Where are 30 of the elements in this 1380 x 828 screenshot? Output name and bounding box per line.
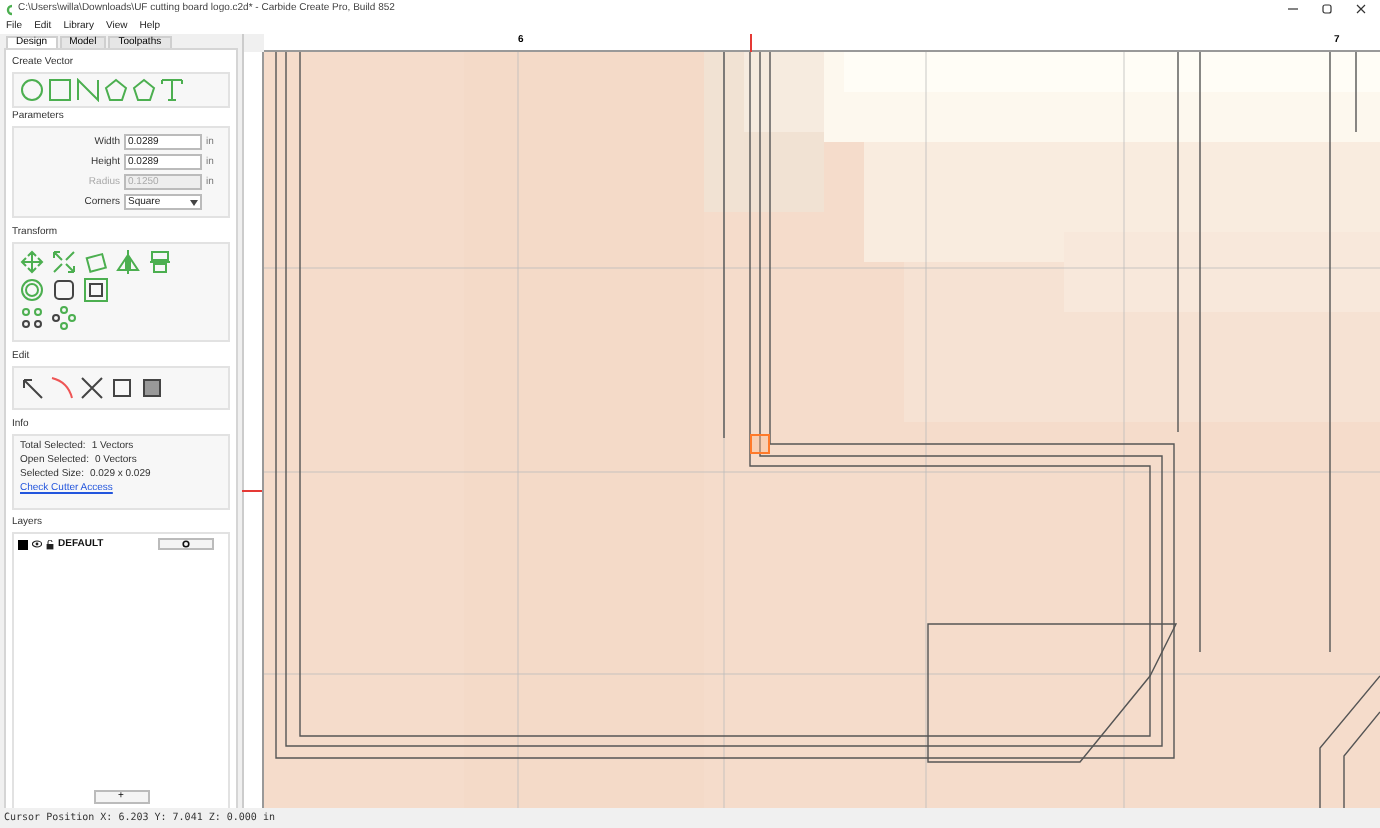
pentagon-icon[interactable] [132, 78, 156, 102]
text-icon[interactable] [160, 78, 184, 102]
close-icon[interactable] [1356, 4, 1366, 14]
polyline-icon[interactable] [76, 78, 100, 102]
caret-icon [190, 199, 198, 205]
join-icon[interactable] [110, 376, 134, 400]
array-icon[interactable] [20, 306, 44, 330]
vector-shape[interactable] [927, 623, 1178, 763]
lock-icon[interactable] [46, 539, 54, 549]
cursor-marker [750, 34, 752, 52]
align-icon[interactable] [148, 250, 172, 274]
circular-array-icon[interactable] [52, 306, 76, 330]
selected-vector[interactable] [750, 434, 770, 454]
node-edit-icon[interactable] [20, 376, 44, 400]
app-icon [4, 3, 14, 15]
fillet-icon[interactable] [52, 278, 76, 302]
layer-color-swatch[interactable] [18, 539, 28, 549]
circle-icon[interactable] [20, 78, 44, 102]
trim-icon[interactable] [80, 376, 104, 400]
maximize-icon[interactable] [1322, 4, 1332, 14]
minimize-icon[interactable] [1288, 4, 1298, 14]
inset-icon[interactable] [84, 278, 108, 302]
layer-settings-button[interactable] [158, 538, 214, 550]
boolean-icon[interactable] [140, 376, 164, 400]
eye-icon[interactable] [32, 540, 42, 548]
polygon-icon[interactable] [104, 78, 128, 102]
rectangle-icon[interactable] [48, 78, 72, 102]
move-icon[interactable] [20, 250, 44, 274]
mirror-icon[interactable] [116, 250, 140, 274]
cursor-marker [242, 490, 262, 492]
